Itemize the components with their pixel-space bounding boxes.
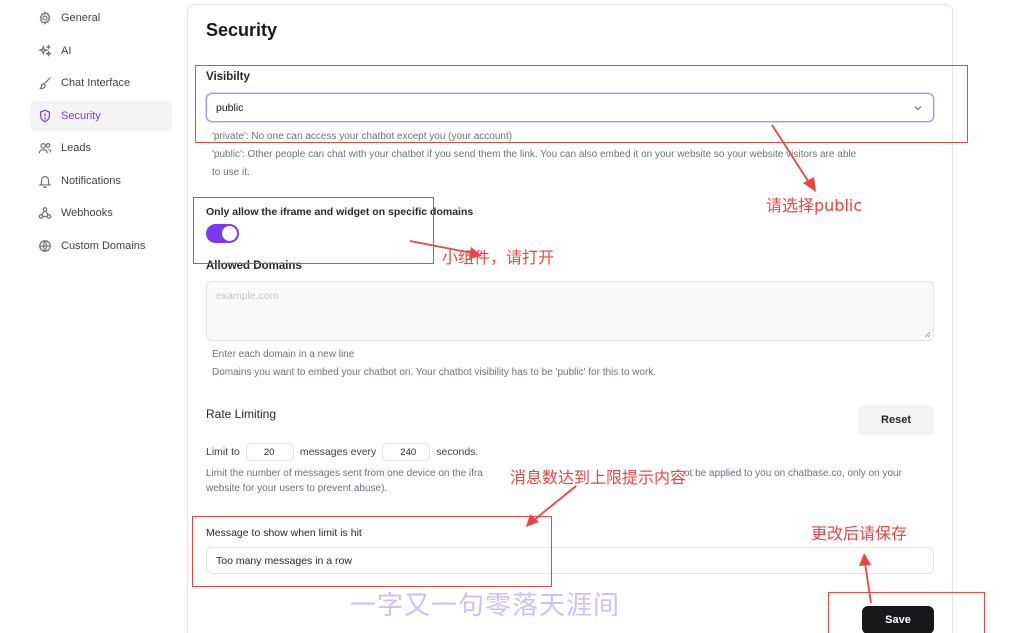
sidebar-item-label: Leads (61, 142, 91, 154)
globe-icon (39, 239, 51, 252)
sidebar-item-general[interactable]: General (30, 3, 172, 33)
rate-limit-help-2: website for your users to prevent abuse)… (206, 483, 388, 494)
rate-limit-row: Limit to 20 messages every 240 seconds. (206, 443, 478, 461)
sidebar-item-custom-domains[interactable]: Custom Domains (30, 231, 172, 261)
messages-count-input[interactable]: 20 (245, 443, 294, 461)
sidebar-item-ai[interactable]: AI (30, 36, 172, 66)
sparkles-icon (38, 43, 52, 57)
annotation-widget-open: 小组件，请打开 (442, 248, 555, 267)
annotation-limit-hint: 消息数达到上限提示内容 (510, 468, 687, 487)
bell-icon (38, 175, 52, 188)
settings-sidebar: General AI Chat Interface Security Leads… (30, 0, 172, 263)
sidebar-item-leads[interactable]: Leads (30, 133, 172, 163)
annotation-box-limit-message (192, 516, 552, 587)
sidebar-item-webhooks[interactable]: Webhooks (30, 198, 172, 228)
resize-grip-icon[interactable] (923, 330, 931, 338)
sidebar-item-label: Notifications (61, 174, 121, 187)
allowed-domains-help-2: Domains you want to embed your chatbot o… (212, 367, 657, 378)
sidebar-item-label: Custom Domains (61, 239, 146, 252)
rate-limit-middle: messages every (299, 446, 377, 458)
sidebar-item-label: General (61, 12, 101, 24)
annotation-save-after-change: 更改后请保存 (811, 524, 908, 543)
allowed-domains-placeholder: example.com (216, 290, 279, 302)
annotation-box-visibility (195, 65, 968, 143)
visibility-help-public-cont: to use it. (212, 167, 250, 178)
annotation-box-save (828, 592, 985, 633)
rate-limit-help-1-tail: ot be applied to you on chatbase.co, onl… (684, 468, 902, 479)
annotation-box-iframe (193, 197, 434, 264)
rate-limiting-heading: Rate Limiting (206, 407, 277, 421)
sidebar-item-notifications[interactable]: Notifications (30, 166, 172, 196)
users-icon (38, 143, 52, 154)
webhook-icon (38, 207, 52, 219)
gear-icon (39, 11, 51, 25)
sidebar-item-label: Webhooks (61, 207, 113, 219)
annotation-choose-public: 请选择public (766, 196, 863, 215)
reset-button[interactable]: Reset (858, 405, 934, 435)
rate-limit-prefix: Limit to (206, 446, 240, 458)
sidebar-item-label: Chat Interface (61, 77, 131, 89)
allowed-domains-textarea[interactable]: example.com (206, 281, 934, 341)
page-title: Security (206, 20, 278, 40)
sidebar-item-security[interactable]: Security (30, 100, 172, 131)
sidebar-item-label: AI (61, 44, 72, 57)
allowed-domains-help-1: Enter each domain in a new line (212, 349, 355, 360)
seconds-input[interactable]: 240 (382, 443, 431, 461)
visibility-help-public: 'public': Other people can chat with you… (212, 149, 857, 160)
brush-icon (39, 77, 51, 90)
sidebar-item-chat-interface[interactable]: Chat Interface (30, 68, 172, 98)
sidebar-item-label: Security (61, 109, 101, 122)
rate-limit-suffix: seconds. (436, 446, 479, 458)
watermark-text: 一字又一句零落天涯间 (350, 591, 621, 621)
shield-icon (40, 109, 50, 122)
